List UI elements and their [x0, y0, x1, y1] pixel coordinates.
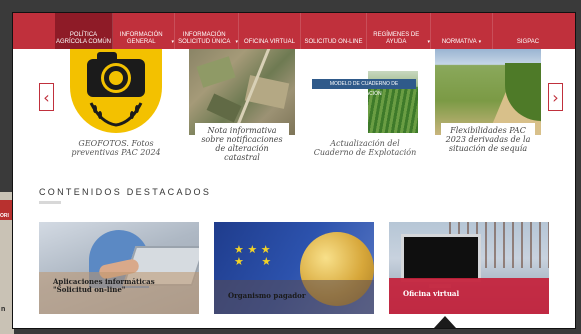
tile-label: Organismo pagador — [214, 280, 374, 314]
nav-item-label: INFORMACIÓN GENERAL — [119, 32, 163, 45]
nav-item-informacion-general[interactable]: INFORMACIÓN GENERAL ▾ — [113, 13, 175, 49]
nav-item-label: POLÍTICA AGRÍCOLA COMÚN — [55, 32, 111, 45]
chevron-right-icon: › — [552, 87, 559, 107]
section-divider — [39, 201, 61, 204]
nav-item-label: REGÍMENES DE AYUDA — [373, 32, 420, 45]
main-nav: POLÍTICA AGRÍCOLA COMÚN INFORMACIÓN GENE… — [13, 13, 575, 49]
monitor-icon — [401, 234, 481, 282]
tile-label: Aplicaciones informáticas "Solicitud on-… — [39, 272, 199, 314]
chevron-down-icon: ▾ — [478, 39, 482, 45]
nav-item-oficina-virtual[interactable]: OFICINA VIRTUAL — [239, 13, 301, 49]
carousel-next-button[interactable]: › — [548, 83, 563, 111]
chevron-left-icon: ‹ — [43, 87, 50, 107]
background-badge-text: ORI — [0, 213, 9, 219]
card-caption: Actualización del Cuaderno de Explotació… — [313, 139, 417, 157]
nav-item-label: SOLICITUD ON-LINE — [304, 39, 363, 45]
pointer-tip-icon — [434, 316, 456, 328]
nav-item-label: SIGPAC — [516, 39, 540, 45]
tile-solicitud-online[interactable]: Aplicaciones informáticas "Solicitud on-… — [39, 222, 199, 314]
carousel-card-sequia[interactable]: Flexibilidades PAC 2023 derivadas de la … — [435, 49, 541, 163]
nav-item-pac[interactable]: POLÍTICA AGRÍCOLA COMÚN — [55, 13, 113, 49]
tile-organismo-pagador[interactable]: ★ ★ ★ ★ ★ Organismo pagador — [214, 222, 374, 314]
tile-label: Oficina virtual — [389, 278, 549, 314]
geofotos-thumbnail — [63, 49, 169, 135]
carousel-prev-button[interactable]: ‹ — [39, 83, 54, 111]
card-caption: GEOFOTOS. Fotos preventivas PAC 2024 — [71, 139, 161, 157]
nav-item-normativa[interactable]: NORMATIVA ▾ — [431, 13, 493, 49]
nav-item-solicitud-online[interactable]: SOLICITUD ON-LINE — [301, 13, 367, 49]
section-title: CONTENIDOS DESTACADOS — [39, 187, 212, 197]
camera-lens-icon — [104, 66, 128, 90]
nav-item-regimenes[interactable]: REGÍMENES DE AYUDA ▾ — [367, 13, 431, 49]
cuaderno-tag: MODELO DE CUADERNO DE EXPLOTACIÓN — [312, 79, 416, 97]
cuaderno-thumbnail: MODELO DE CUADERNO DE EXPLOTACIÓN — [312, 49, 418, 135]
card-caption: Flexibilidades PAC 2023 derivadas de la … — [441, 123, 535, 156]
popup-window: POLÍTICA AGRÍCOLA COMÚN INFORMACIÓN GENE… — [12, 12, 576, 329]
background-edge-text: n — [1, 306, 6, 313]
chevron-down-icon: ▾ — [235, 39, 238, 45]
chevron-down-icon: ▾ — [427, 39, 430, 45]
carousel-card-alteracion-catastral[interactable]: Nota informativa sobre notificaciones de… — [189, 49, 295, 165]
nav-item-solicitud-unica[interactable]: INFORMACIÓN SOLICITUD ÚNICA ▾ — [175, 13, 239, 49]
card-caption: Nota informativa sobre notificaciones de… — [195, 123, 289, 165]
nav-item-sigpac[interactable]: SIGPAC — [493, 13, 563, 49]
nav-item-label: INFORMACIÓN SOLICITUD ÚNICA — [178, 32, 231, 45]
carousel-card-geofotos[interactable]: GEOFOTOS. Fotos preventivas PAC 2024 — [63, 49, 169, 163]
nav-item-label: OFICINA VIRTUAL — [244, 39, 295, 45]
carousel-card-cuaderno[interactable]: MODELO DE CUADERNO DE EXPLOTACIÓN Actual… — [312, 49, 418, 163]
wheat-icon — [89, 102, 143, 127]
eu-stars-icon: ★ ★ ★ ★ ★ — [234, 243, 272, 268]
tile-oficina-virtual[interactable]: Oficina virtual — [389, 222, 549, 314]
nav-item-label: NORMATIVA — [441, 39, 477, 45]
chevron-down-icon: ▾ — [171, 39, 174, 45]
